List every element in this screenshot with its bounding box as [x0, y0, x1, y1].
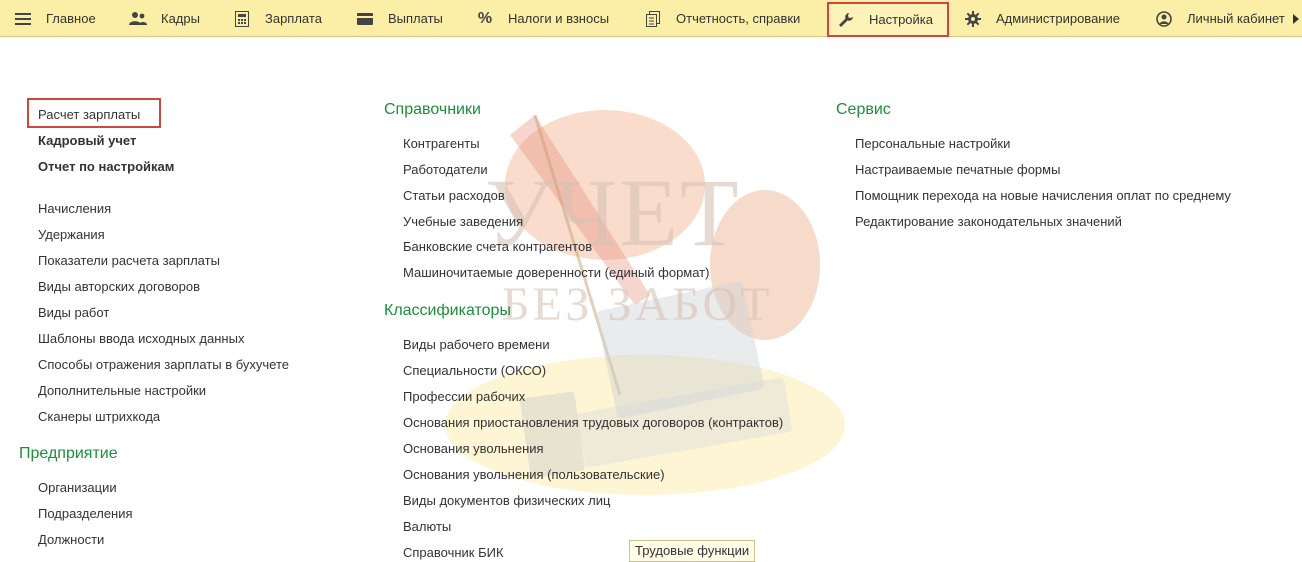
menu-item-label: Налоги и взносы: [508, 11, 610, 26]
hamburger-icon: [14, 10, 32, 28]
watermark-text-line2: БЕЗ ЗАБОТ: [502, 278, 773, 331]
link-salary-reflection-methods[interactable]: Способы отражения зарплаты в бухучете: [38, 357, 289, 372]
menu-item-admin[interactable]: Администрирование: [964, 0, 1120, 37]
menu-item-label: Зарплата: [265, 11, 322, 26]
section-title-enterprise: Предприятие: [19, 445, 118, 462]
menu-item-main[interactable]: Главное: [14, 0, 96, 37]
link-hr-accounting[interactable]: Кадровый учет: [38, 133, 136, 148]
link-author-contract-types[interactable]: Виды авторских договоров: [38, 279, 200, 294]
wallet-icon: [356, 10, 374, 28]
menu-item-label: Главное: [46, 11, 96, 26]
link-id-document-types[interactable]: Виды документов физических лиц: [403, 493, 610, 508]
tooltip-labor-functions: Трудовые функции: [629, 540, 756, 562]
menu-item-account[interactable]: Личный кабинет: [1155, 0, 1285, 37]
menu-item-reports[interactable]: Отчетность, справки: [644, 0, 800, 37]
menu-scroll-right-icon[interactable]: [1290, 0, 1302, 37]
link-positions[interactable]: Должности: [38, 532, 104, 547]
user-circle-icon: [1155, 10, 1173, 28]
link-additional-settings[interactable]: Дополнительные настройки: [38, 383, 206, 398]
link-input-templates[interactable]: Шаблоны ввода исходных данных: [38, 331, 244, 346]
link-departments[interactable]: Подразделения: [38, 506, 133, 521]
menu-item-label: Отчетность, справки: [676, 11, 801, 26]
link-dismissal-grounds[interactable]: Основания увольнения: [403, 441, 544, 456]
menu-item-salary[interactable]: Зарплата: [233, 0, 322, 37]
link-specialties-okso[interactable]: Специальности (ОКСО): [403, 363, 546, 378]
link-counterparties[interactable]: Контрагенты: [403, 136, 480, 151]
section-title-references: Справочники: [384, 101, 481, 118]
link-salary-indicators[interactable]: Показатели расчета зарплаты: [38, 253, 220, 268]
link-expense-items[interactable]: Статьи расходов: [403, 188, 505, 203]
people-icon: [129, 10, 147, 28]
link-settings-report[interactable]: Отчет по настройкам: [38, 159, 174, 174]
gear-icon: [964, 10, 982, 28]
link-organizations[interactable]: Организации: [38, 480, 117, 495]
documents-icon: [644, 10, 662, 28]
menu-item-label: Администрирование: [996, 11, 1120, 26]
wrench-icon: [837, 11, 855, 29]
link-bik-directory[interactable]: Справочник БИК: [403, 545, 504, 560]
menu-item-label: Личный кабинет: [1187, 11, 1285, 26]
link-worker-professions[interactable]: Профессии рабочих: [403, 389, 525, 404]
top-menu-bar: Главное Кадры Зарплата Выплаты % Налоги …: [0, 0, 1302, 37]
menu-item-label: Выплаты: [388, 11, 443, 26]
menu-item-staff[interactable]: Кадры: [129, 0, 200, 37]
link-personal-settings[interactable]: Персональные настройки: [855, 136, 1010, 151]
link-counterparty-bank-accounts[interactable]: Банковские счета контрагентов: [403, 239, 592, 254]
link-suspension-grounds[interactable]: Основания приостановления трудовых догов…: [403, 415, 783, 430]
section-title-classifiers: Классификаторы: [384, 302, 511, 319]
menu-item-taxes[interactable]: % Налоги и взносы: [476, 0, 609, 37]
percent-icon: %: [477, 9, 493, 27]
section-title-service: Сервис: [836, 101, 891, 118]
link-average-pay-transition-wizard[interactable]: Помощник перехода на новые начисления оп…: [855, 188, 1231, 203]
link-working-time-types[interactable]: Виды рабочего времени: [403, 337, 550, 352]
link-educational-institutions[interactable]: Учебные заведения: [403, 214, 523, 229]
link-currencies[interactable]: Валюты: [403, 519, 451, 534]
link-dismissal-grounds-custom[interactable]: Основания увольнения (пользовательские): [403, 467, 665, 482]
calculator-icon: [233, 10, 251, 28]
menu-item-settings[interactable]: Настройка: [827, 2, 949, 37]
link-barcode-scanners[interactable]: Сканеры штрихкода: [38, 409, 160, 424]
link-custom-print-forms[interactable]: Настраиваемые печатные формы: [855, 162, 1060, 177]
menu-item-payments[interactable]: Выплаты: [356, 0, 443, 37]
link-deductions[interactable]: Удержания: [38, 227, 105, 242]
link-machine-readable-poa[interactable]: Машиночитаемые доверенности (единый форм…: [403, 265, 709, 280]
link-legislative-values-edit[interactable]: Редактирование законодательных значений: [855, 214, 1122, 229]
menu-item-label: Настройка: [869, 12, 933, 27]
link-work-types[interactable]: Виды работ: [38, 305, 109, 320]
menu-item-label: Кадры: [161, 11, 200, 26]
link-employers[interactable]: Работодатели: [403, 162, 488, 177]
link-salary-calc[interactable]: Расчет зарплаты: [38, 107, 140, 122]
link-accruals[interactable]: Начисления: [38, 201, 111, 216]
